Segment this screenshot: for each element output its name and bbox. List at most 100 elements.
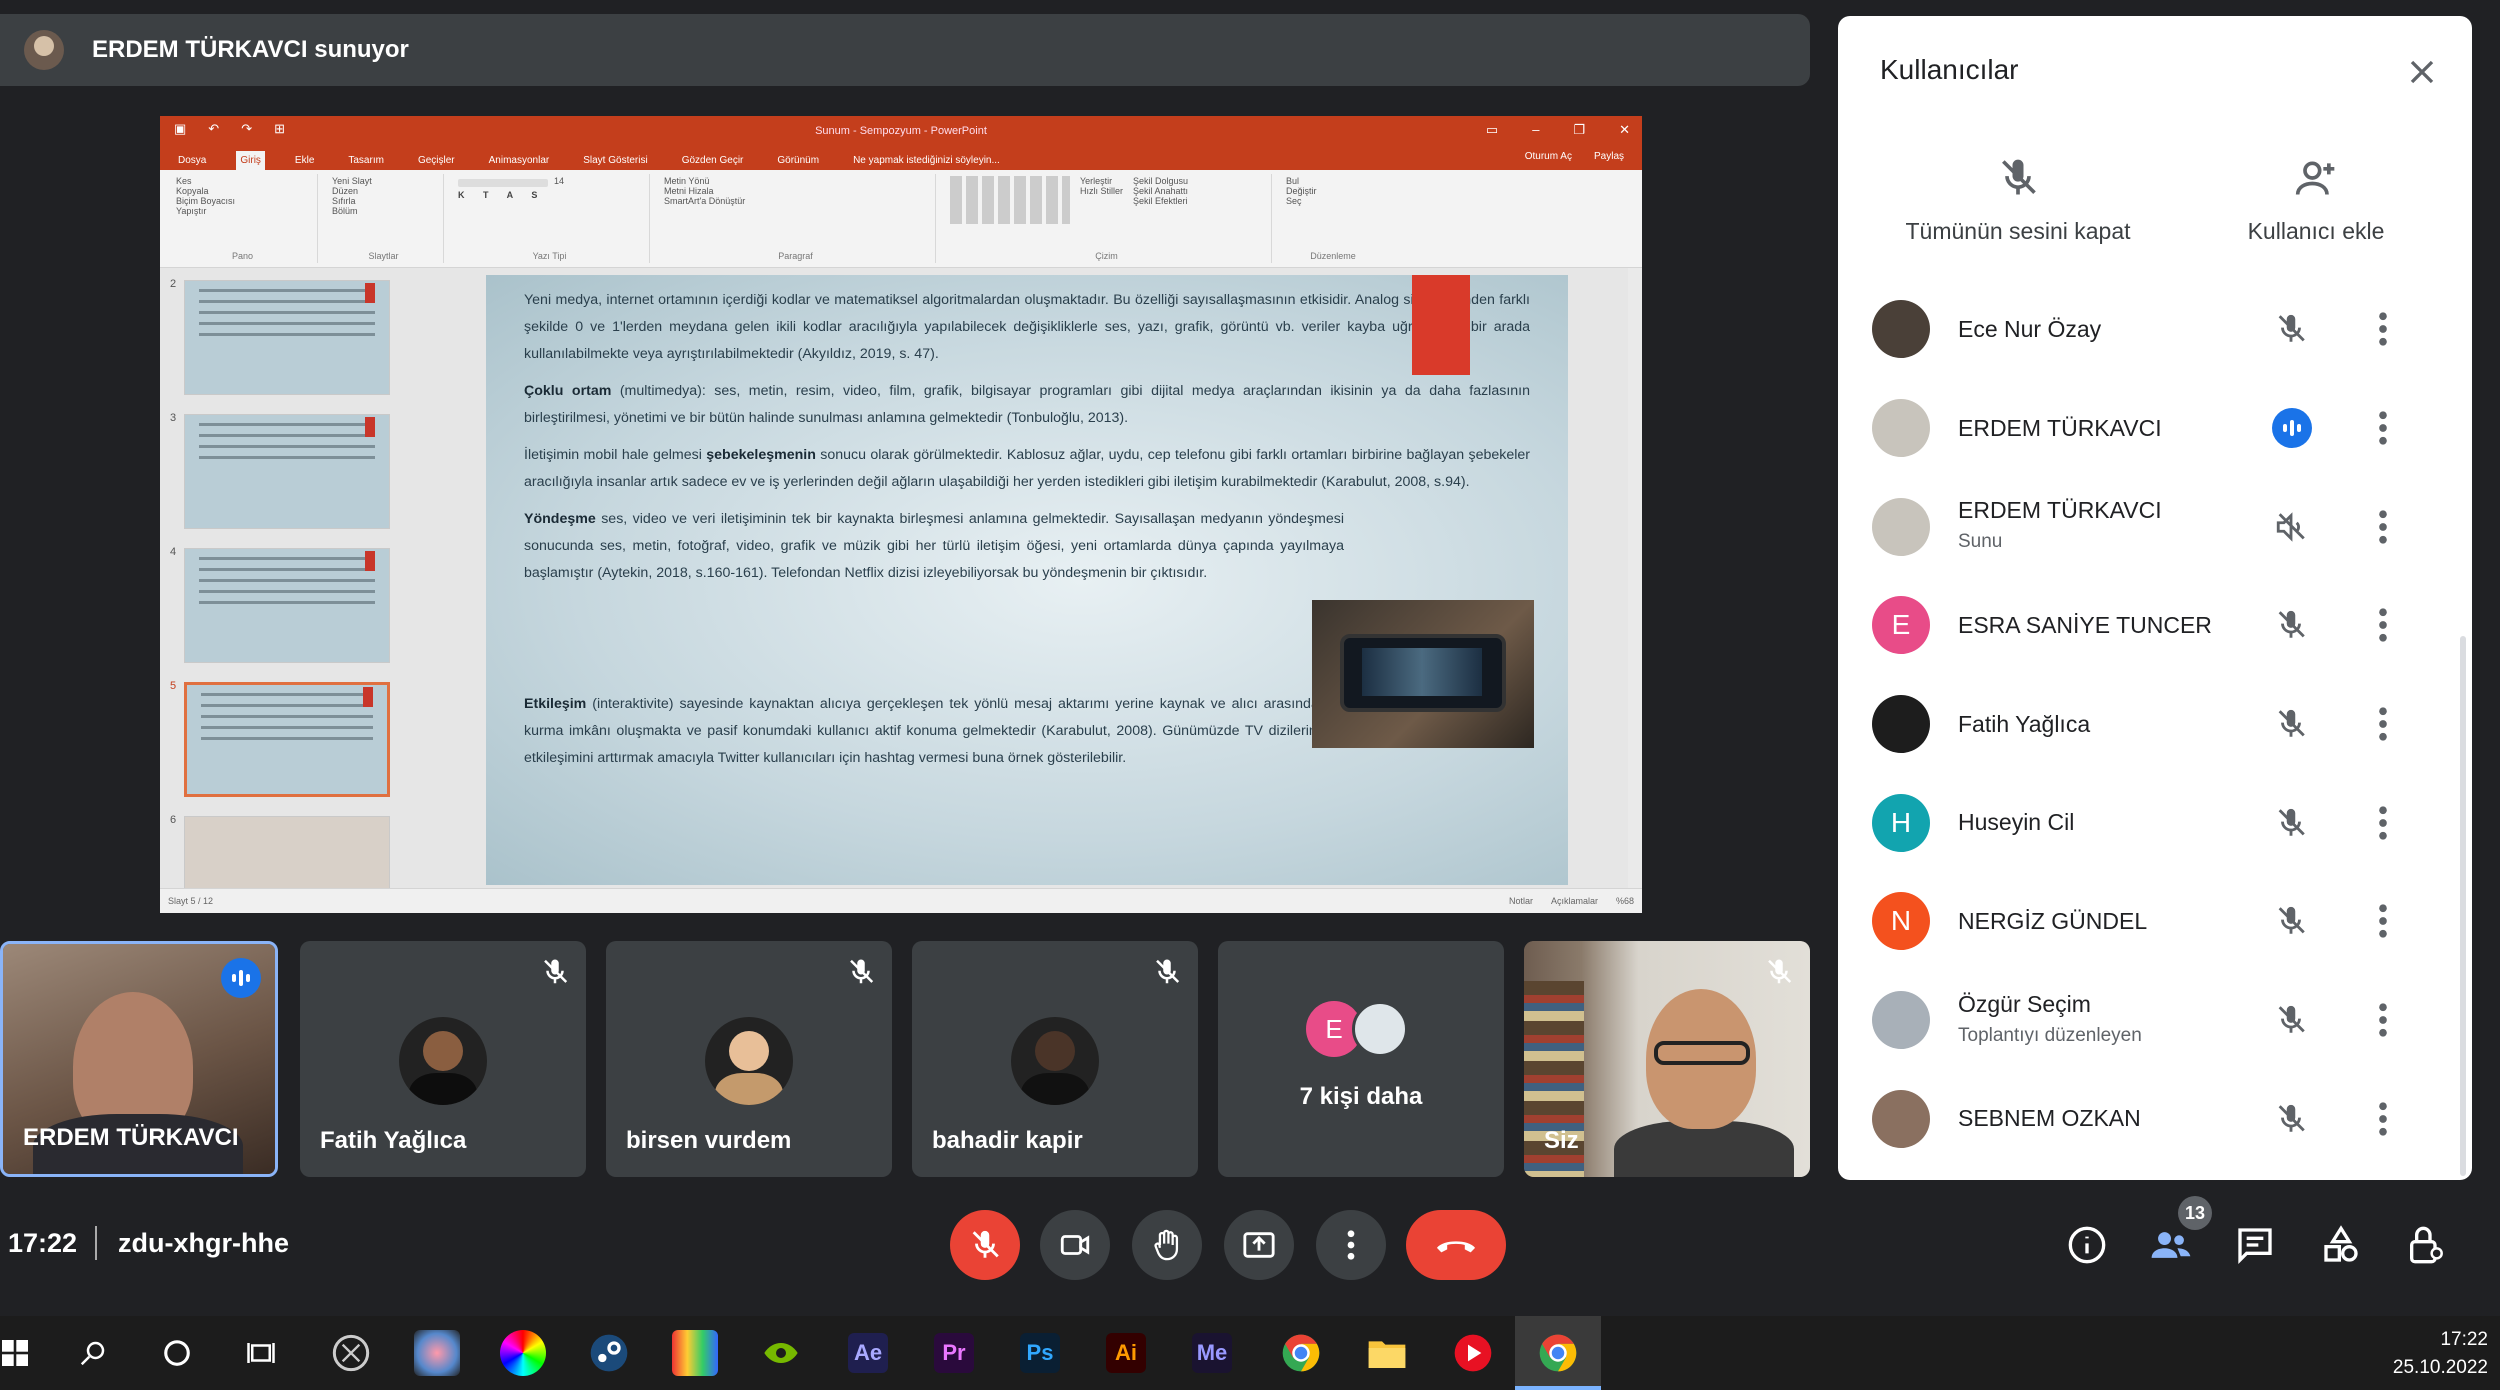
find-button[interactable]: Bul [1286, 176, 1380, 186]
chat-button[interactable] [2234, 1224, 2276, 1266]
media-encoder-icon[interactable]: Me [1192, 1333, 1232, 1373]
app-icon[interactable] [672, 1330, 718, 1376]
redo-icon[interactable]: ↷ [241, 121, 252, 137]
format-painter-button[interactable]: Biçim Boyacısı [176, 196, 309, 206]
share-button[interactable]: Paylaş [1590, 147, 1628, 166]
more-options-button[interactable] [1316, 1210, 1386, 1280]
cut-button[interactable]: Kes [176, 176, 309, 186]
mic-off-icon[interactable] [2274, 1102, 2308, 1136]
font-name-select[interactable] [458, 179, 548, 187]
tab-animations[interactable]: Animasyonlar [485, 151, 554, 170]
participant-row[interactable]: ERDEM TÜRKAVCI Sunu [1838, 477, 2458, 576]
tab-home[interactable]: Giriş [236, 151, 265, 170]
align-text-button[interactable]: Metni Hizala [664, 186, 927, 196]
tile-more-people[interactable]: E 7 kişi daha [1218, 941, 1504, 1177]
steam-icon[interactable] [586, 1330, 632, 1376]
more-vert-icon[interactable] [2378, 411, 2388, 445]
participant-row[interactable]: Fatih Yağlıca [1838, 675, 2458, 774]
windows-start-icon[interactable] [0, 1330, 38, 1376]
illustrator-icon[interactable]: Ai [1106, 1333, 1146, 1373]
participant-row[interactable]: E ESRA SANİYE TUNCER [1838, 576, 2458, 675]
mic-off-icon[interactable] [2274, 1003, 2308, 1037]
media-player-icon[interactable] [1450, 1330, 1496, 1376]
system-clock[interactable]: 17:22 25.10.2022 [2393, 1326, 2488, 1382]
slide-scrollbar[interactable] [1628, 268, 1642, 888]
volume-off-icon[interactable] [2274, 510, 2308, 544]
current-slide[interactable]: Yeni medya, internet ortamının içerdiği … [486, 275, 1568, 885]
tell-me-search[interactable]: Ne yapmak istediğinizi söyleyin... [849, 151, 1004, 170]
font-size-select[interactable]: 14 [554, 176, 564, 190]
host-controls-button[interactable] [2404, 1224, 2446, 1266]
ribbon-display-icon[interactable]: ▭ [1486, 122, 1498, 138]
chrome-active-icon[interactable] [1535, 1330, 1581, 1376]
replace-button[interactable]: Değiştir [1286, 186, 1380, 196]
raise-hand-button[interactable] [1132, 1210, 1202, 1280]
mic-toggle-button[interactable] [950, 1210, 1020, 1280]
slide-thumb[interactable] [184, 414, 390, 529]
task-view-icon[interactable] [238, 1330, 284, 1376]
shape-outline-button[interactable]: Şekil Anahattı [1133, 186, 1188, 196]
arrange-button[interactable]: Yerleştir [1080, 176, 1123, 186]
after-effects-icon[interactable]: Ae [848, 1333, 888, 1373]
app-icon[interactable] [414, 1330, 460, 1376]
more-vert-icon[interactable] [2378, 904, 2388, 939]
cortana-icon[interactable] [154, 1330, 200, 1376]
tab-insert[interactable]: Ekle [291, 151, 318, 170]
meeting-info-button[interactable] [2066, 1224, 2108, 1266]
comments-button[interactable]: Açıklamalar [1551, 896, 1598, 906]
tile-self[interactable]: Siz [1524, 941, 1810, 1177]
undo-icon[interactable]: ↶ [208, 121, 219, 137]
more-vert-icon[interactable] [2378, 510, 2388, 544]
search-icon[interactable] [70, 1330, 116, 1376]
tab-file[interactable]: Dosya [174, 151, 210, 170]
participant-row[interactable]: H Huseyin Cil [1838, 773, 2458, 872]
notes-button[interactable]: Notlar [1509, 896, 1533, 906]
tile-erdem[interactable]: ERDEM TÜRKAVCI [0, 941, 278, 1177]
camera-toggle-button[interactable] [1040, 1210, 1110, 1280]
participant-row[interactable]: N NERGİZ GÜNDEL [1838, 872, 2458, 971]
nvidia-icon[interactable] [758, 1330, 804, 1376]
people-button[interactable] [2150, 1224, 2192, 1266]
select-button[interactable]: Seç [1286, 196, 1380, 206]
tab-design[interactable]: Tasarım [344, 151, 388, 170]
slide-thumb-selected[interactable] [184, 682, 390, 797]
shape-effects-button[interactable]: Şekil Efektleri [1133, 196, 1188, 206]
more-vert-icon[interactable] [2378, 312, 2388, 346]
new-slide-button[interactable]: Yeni Slayt [332, 176, 435, 186]
photoshop-icon[interactable]: Ps [1020, 1333, 1060, 1373]
app-icon[interactable] [328, 1330, 374, 1376]
premiere-icon[interactable]: Pr [934, 1333, 974, 1373]
mute-all-button[interactable]: Tümünün sesini kapat [1878, 156, 2158, 245]
participant-row[interactable]: SEBNEM OZKAN [1838, 1070, 2458, 1169]
zoom-level[interactable]: %68 [1616, 896, 1634, 906]
tab-view[interactable]: Görünüm [773, 151, 823, 170]
mic-off-icon[interactable] [2274, 608, 2308, 642]
more-vert-icon[interactable] [2378, 1003, 2388, 1037]
slide-thumb[interactable] [184, 548, 390, 663]
section-button[interactable]: Bölüm [332, 206, 435, 216]
save-icon[interactable]: ▣ [174, 121, 186, 137]
shape-fill-button[interactable]: Şekil Dolgusu [1133, 176, 1188, 186]
copy-button[interactable]: Kopyala [176, 186, 309, 196]
close-icon[interactable] [2402, 52, 2442, 92]
close-icon[interactable]: ✕ [1619, 122, 1630, 138]
chrome-icon[interactable] [1278, 1330, 1324, 1376]
tab-review[interactable]: Gözden Geçir [678, 151, 748, 170]
shapes-gallery[interactable] [950, 176, 1070, 224]
tile-bahadir[interactable]: bahadir kapir [912, 941, 1198, 1177]
quick-styles-button[interactable]: Hızlı Stiller [1080, 186, 1123, 196]
tab-transitions[interactable]: Geçişler [414, 151, 459, 170]
minimize-icon[interactable]: – [1532, 122, 1539, 138]
font-format-icons[interactable]: K T A S [458, 190, 641, 200]
paste-button[interactable]: Yapıştır [176, 206, 309, 216]
more-vert-icon[interactable] [2378, 707, 2388, 741]
app-icon[interactable] [500, 1330, 546, 1376]
start-icon[interactable]: ⊞ [274, 121, 285, 137]
more-vert-icon[interactable] [2378, 1102, 2388, 1136]
mic-off-icon[interactable] [2274, 806, 2308, 840]
participant-row[interactable]: Ece Nur Özay [1838, 280, 2458, 379]
present-screen-button[interactable] [1224, 1210, 1294, 1280]
participant-row[interactable]: Özgür Seçim Toplantıyı düzenleyen [1838, 971, 2458, 1070]
mic-off-icon[interactable] [2274, 312, 2308, 346]
text-direction-button[interactable]: Metin Yönü [664, 176, 927, 186]
